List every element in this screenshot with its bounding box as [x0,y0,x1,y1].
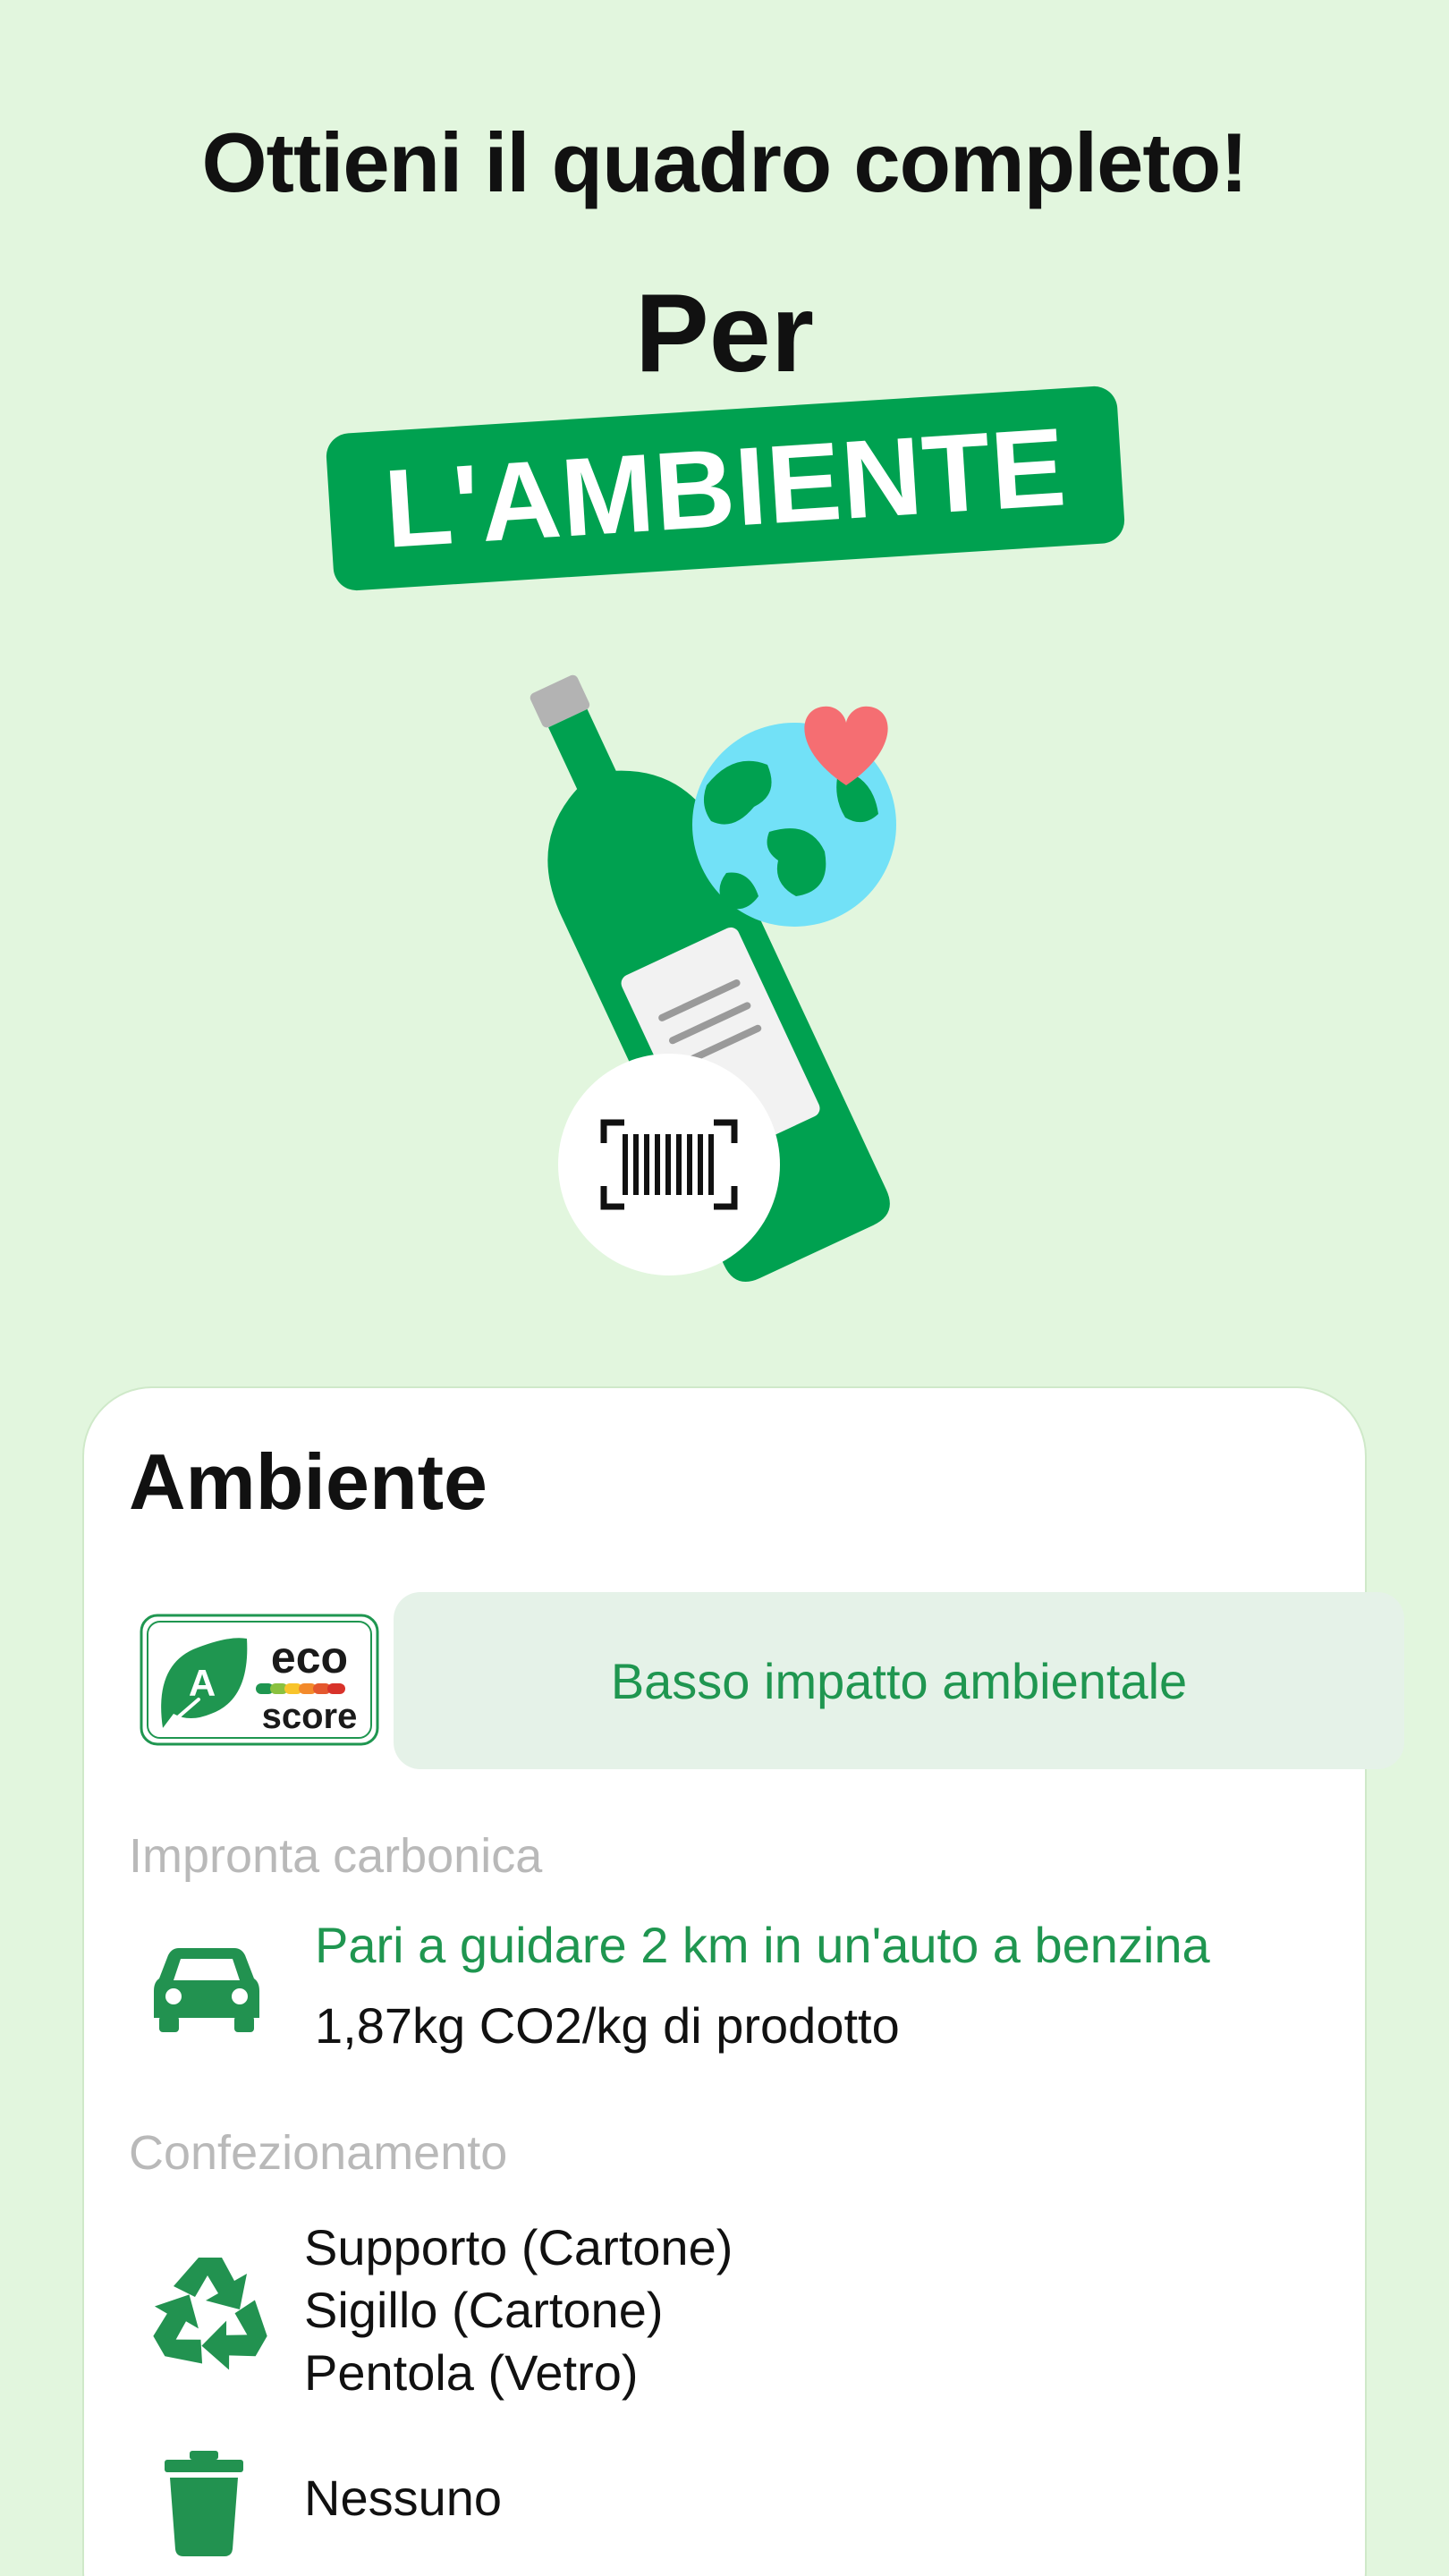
carbon-value: 1,87kg CO2/kg di prodotto [315,1997,900,2054]
card-title: Ambiente [129,1437,487,1526]
ecoscore-grade: A [189,1662,216,1704]
packaging-item: Sigillo (Cartone) [304,2282,664,2338]
headline: Ottieni il quadro completo! [201,115,1249,209]
carbon-footprint-label: Impronta carbonica [129,1829,543,1883]
ecoscore-logo-eco: eco [271,1632,348,1682]
car-icon [154,1948,259,2032]
barcode-scan-icon [558,1054,780,1275]
environment-banner: L'AMBIENTE [325,385,1126,592]
environment-card: Ambiente A eco score Basso impatto ambie… [84,1388,1404,2576]
environment-banner-label: L'AMBIENTE [381,405,1070,572]
ecoscore-logo[interactable]: A eco score [140,1614,379,1746]
packaging-item: Pentola (Vetro) [304,2344,639,2401]
bottle-globe-illustration [530,674,896,1282]
ecoscore-logo-score: score [262,1697,358,1736]
packaging-item: Supporto (Cartone) [304,2219,733,2275]
packaging-label: Confezionamento [129,2126,508,2180]
recycle-icon [153,2258,267,2370]
ecoscore-description: Basso impatto ambientale [610,1652,1188,1709]
non-recyclable-value: Nessuno [304,2470,503,2526]
trash-icon [165,2451,243,2556]
ecoscore-description-pill[interactable]: Basso impatto ambientale [394,1592,1404,1769]
per-text: Per [635,272,814,395]
carbon-equivalent: Pari a guidare 2 km in un'auto a benzina [315,1917,1210,1973]
